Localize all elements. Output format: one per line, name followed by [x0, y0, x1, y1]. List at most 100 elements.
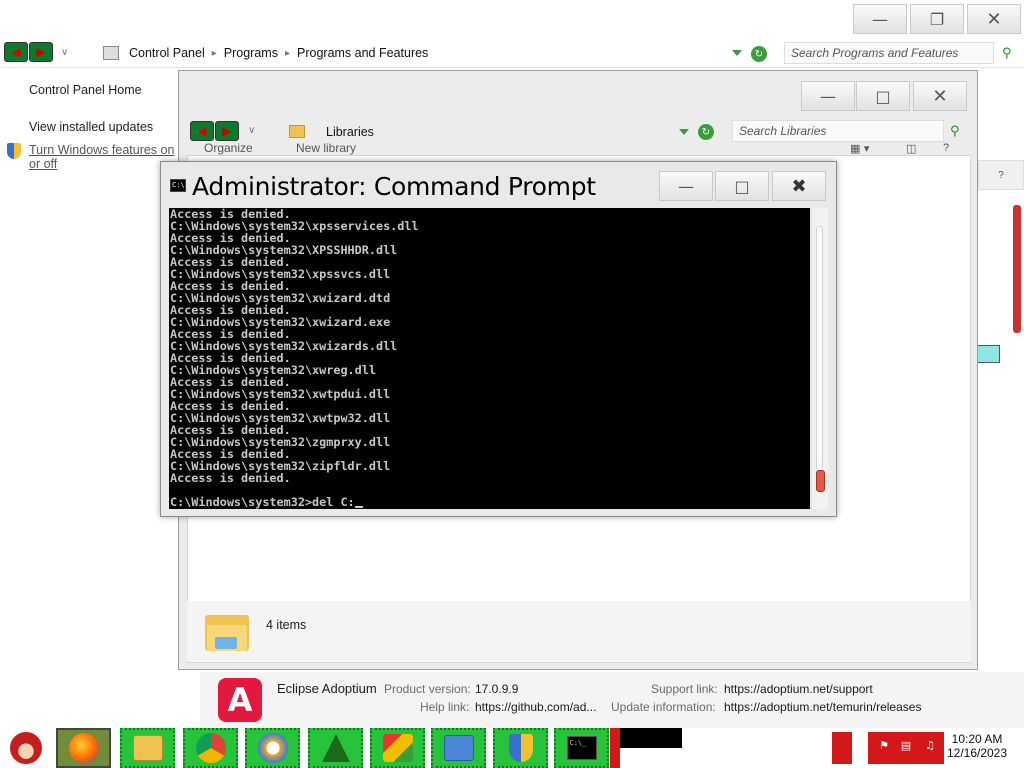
santa-start-icon	[8, 730, 44, 766]
product-version-label: Product version:	[384, 682, 471, 696]
back-button[interactable]: ◀	[4, 42, 28, 62]
update-info-label: Update information:	[611, 700, 716, 714]
items-count: 4 items	[266, 618, 307, 632]
action-center-icon[interactable]: ⚑	[876, 739, 892, 755]
update-info-value[interactable]: https://adoptium.net/temurin/releases	[724, 700, 921, 714]
title-bar: — ❐ ✕	[0, 0, 1024, 38]
search-icon[interactable]: ⚲	[1002, 46, 1016, 61]
taskbar-blank	[620, 728, 682, 748]
search-icon[interactable]: ⚲	[950, 124, 964, 139]
forward-arrow-icon: ▶	[222, 124, 232, 138]
taskbar-app[interactable]	[370, 728, 425, 768]
breadcrumb-programs[interactable]: Programs	[224, 46, 278, 60]
taskbar-christmas[interactable]	[308, 728, 363, 768]
cmd-window-icon: C:\	[170, 179, 186, 192]
volume-icon[interactable]: ♫	[922, 739, 938, 755]
library-folder-icon	[205, 611, 249, 651]
taskbar-file-explorer[interactable]	[120, 728, 175, 768]
uac-shield-icon	[7, 143, 21, 159]
maximize-button[interactable]: ❐	[910, 4, 964, 34]
control-panel-icon	[103, 46, 119, 60]
minimize-button[interactable]: —	[659, 171, 713, 201]
taskbar-chrome[interactable]	[183, 728, 238, 768]
clock-time: 10:20 AM	[951, 732, 1003, 746]
close-button[interactable]: ✕	[967, 4, 1021, 34]
scrollbar-thumb[interactable]	[816, 470, 825, 492]
command-prompt-window: C:\ Administrator: Command Prompt — □ ✖ …	[160, 161, 837, 517]
taskbar-cmd[interactable]: C:\_	[554, 728, 609, 768]
taskbar-app[interactable]	[245, 728, 300, 768]
network-icon[interactable]: ▤	[898, 739, 914, 755]
scrollbar-thumb[interactable]	[1013, 205, 1021, 333]
console-text: Access is denied. C:\Windows\system32\xps…	[170, 208, 419, 508]
app-icon	[257, 733, 288, 763]
view-installed-updates-link[interactable]: View installed updates	[29, 120, 153, 134]
taskbar-security[interactable]	[493, 728, 548, 768]
search-input[interactable]: Search Libraries	[732, 120, 944, 142]
forward-arrow-icon: ▶	[36, 45, 46, 59]
firefox-icon	[68, 733, 99, 763]
forward-button[interactable]: ▶	[215, 121, 239, 141]
control-panel-home-link[interactable]: Control Panel Home	[29, 83, 142, 97]
taskbar-divider	[610, 728, 620, 768]
tray-indicator[interactable]	[832, 732, 852, 764]
text-cursor	[354, 497, 363, 508]
help-button[interactable]: ?	[978, 160, 1024, 190]
cmd-icon: C:\_	[566, 736, 597, 760]
help-link-label: Help link:	[420, 700, 470, 714]
back-arrow-icon: ◀	[197, 124, 207, 138]
back-button[interactable]: ◀	[190, 121, 214, 141]
help-icon[interactable]: ?	[943, 142, 949, 154]
help-link-value[interactable]: https://github.com/ad...	[475, 700, 596, 714]
taskbar-firefox[interactable]	[56, 728, 111, 768]
maximize-button[interactable]: □	[856, 81, 910, 111]
recent-pages-button[interactable]: ∨	[61, 47, 68, 58]
details-pane: A Eclipse Adoptium Product version: 17.0…	[200, 672, 1024, 728]
breadcrumb-control-panel[interactable]: Control Panel	[129, 46, 205, 60]
support-link-label: Support link:	[651, 682, 718, 696]
start-button[interactable]	[0, 728, 52, 768]
christmas-tree-icon	[321, 734, 350, 762]
console-output[interactable]: Access is denied. C:\Windows\system32\xps…	[169, 208, 810, 509]
minimize-button[interactable]: —	[853, 4, 907, 34]
console-scrollbar[interactable]	[811, 208, 828, 509]
preview-pane-icon[interactable]: ◫	[906, 142, 916, 155]
refresh-icon[interactable]: ↻	[698, 124, 714, 140]
taskbar: C:\_ ⚑ ▤ ♫ 10:20 AM 12/16/2023	[0, 728, 1024, 768]
product-version-value: 17.0.9.9	[475, 682, 519, 696]
breadcrumb-libraries[interactable]: Libraries	[326, 125, 374, 139]
shield-icon	[508, 734, 533, 762]
breadcrumb-programs-and-features[interactable]: Programs and Features	[297, 46, 428, 60]
forward-button[interactable]: ▶	[29, 42, 53, 62]
control-panel-icon	[443, 735, 474, 761]
chrome-icon	[195, 733, 226, 763]
search-input[interactable]: Search Programs and Features	[784, 42, 994, 64]
windows-features-link[interactable]: Turn Windows features on or off	[29, 143, 179, 171]
address-dropdown-icon[interactable]	[732, 50, 742, 56]
organize-menu[interactable]: Organize	[204, 141, 253, 155]
app-icon	[382, 734, 413, 762]
breadcrumb-separator-icon[interactable]: ▸	[212, 48, 217, 59]
console-line: Access is denied.	[170, 471, 291, 485]
libraries-icon	[289, 125, 305, 138]
close-button[interactable]: ✖	[772, 171, 826, 201]
cmd-window-title: Administrator: Command Prompt	[192, 172, 596, 201]
refresh-icon[interactable]: ↻	[751, 46, 767, 62]
close-button[interactable]: ✕	[913, 81, 967, 111]
breadcrumb-separator-icon[interactable]: ▸	[285, 48, 290, 59]
adoptium-logo-icon: A	[218, 678, 262, 722]
address-dropdown-icon[interactable]	[679, 129, 689, 135]
clock[interactable]: 10:20 AM 12/16/2023	[946, 732, 1008, 760]
view-options-icon[interactable]: ▦ ▾	[850, 142, 869, 155]
file-explorer-icon	[132, 735, 163, 761]
support-link-value[interactable]: https://adoptium.net/support	[724, 682, 873, 696]
new-library-button[interactable]: New library	[296, 141, 356, 155]
taskbar-control-panel[interactable]	[431, 728, 486, 768]
back-arrow-icon: ◀	[11, 45, 21, 59]
maximize-button[interactable]: □	[715, 171, 769, 201]
recent-pages-button[interactable]: ∨	[248, 125, 255, 136]
minimize-button[interactable]: —	[801, 81, 855, 111]
clock-date: 12/16/2023	[946, 746, 1008, 760]
scrollbar-track[interactable]	[816, 226, 823, 471]
sidebar: Control Panel Home View installed update…	[0, 70, 178, 680]
